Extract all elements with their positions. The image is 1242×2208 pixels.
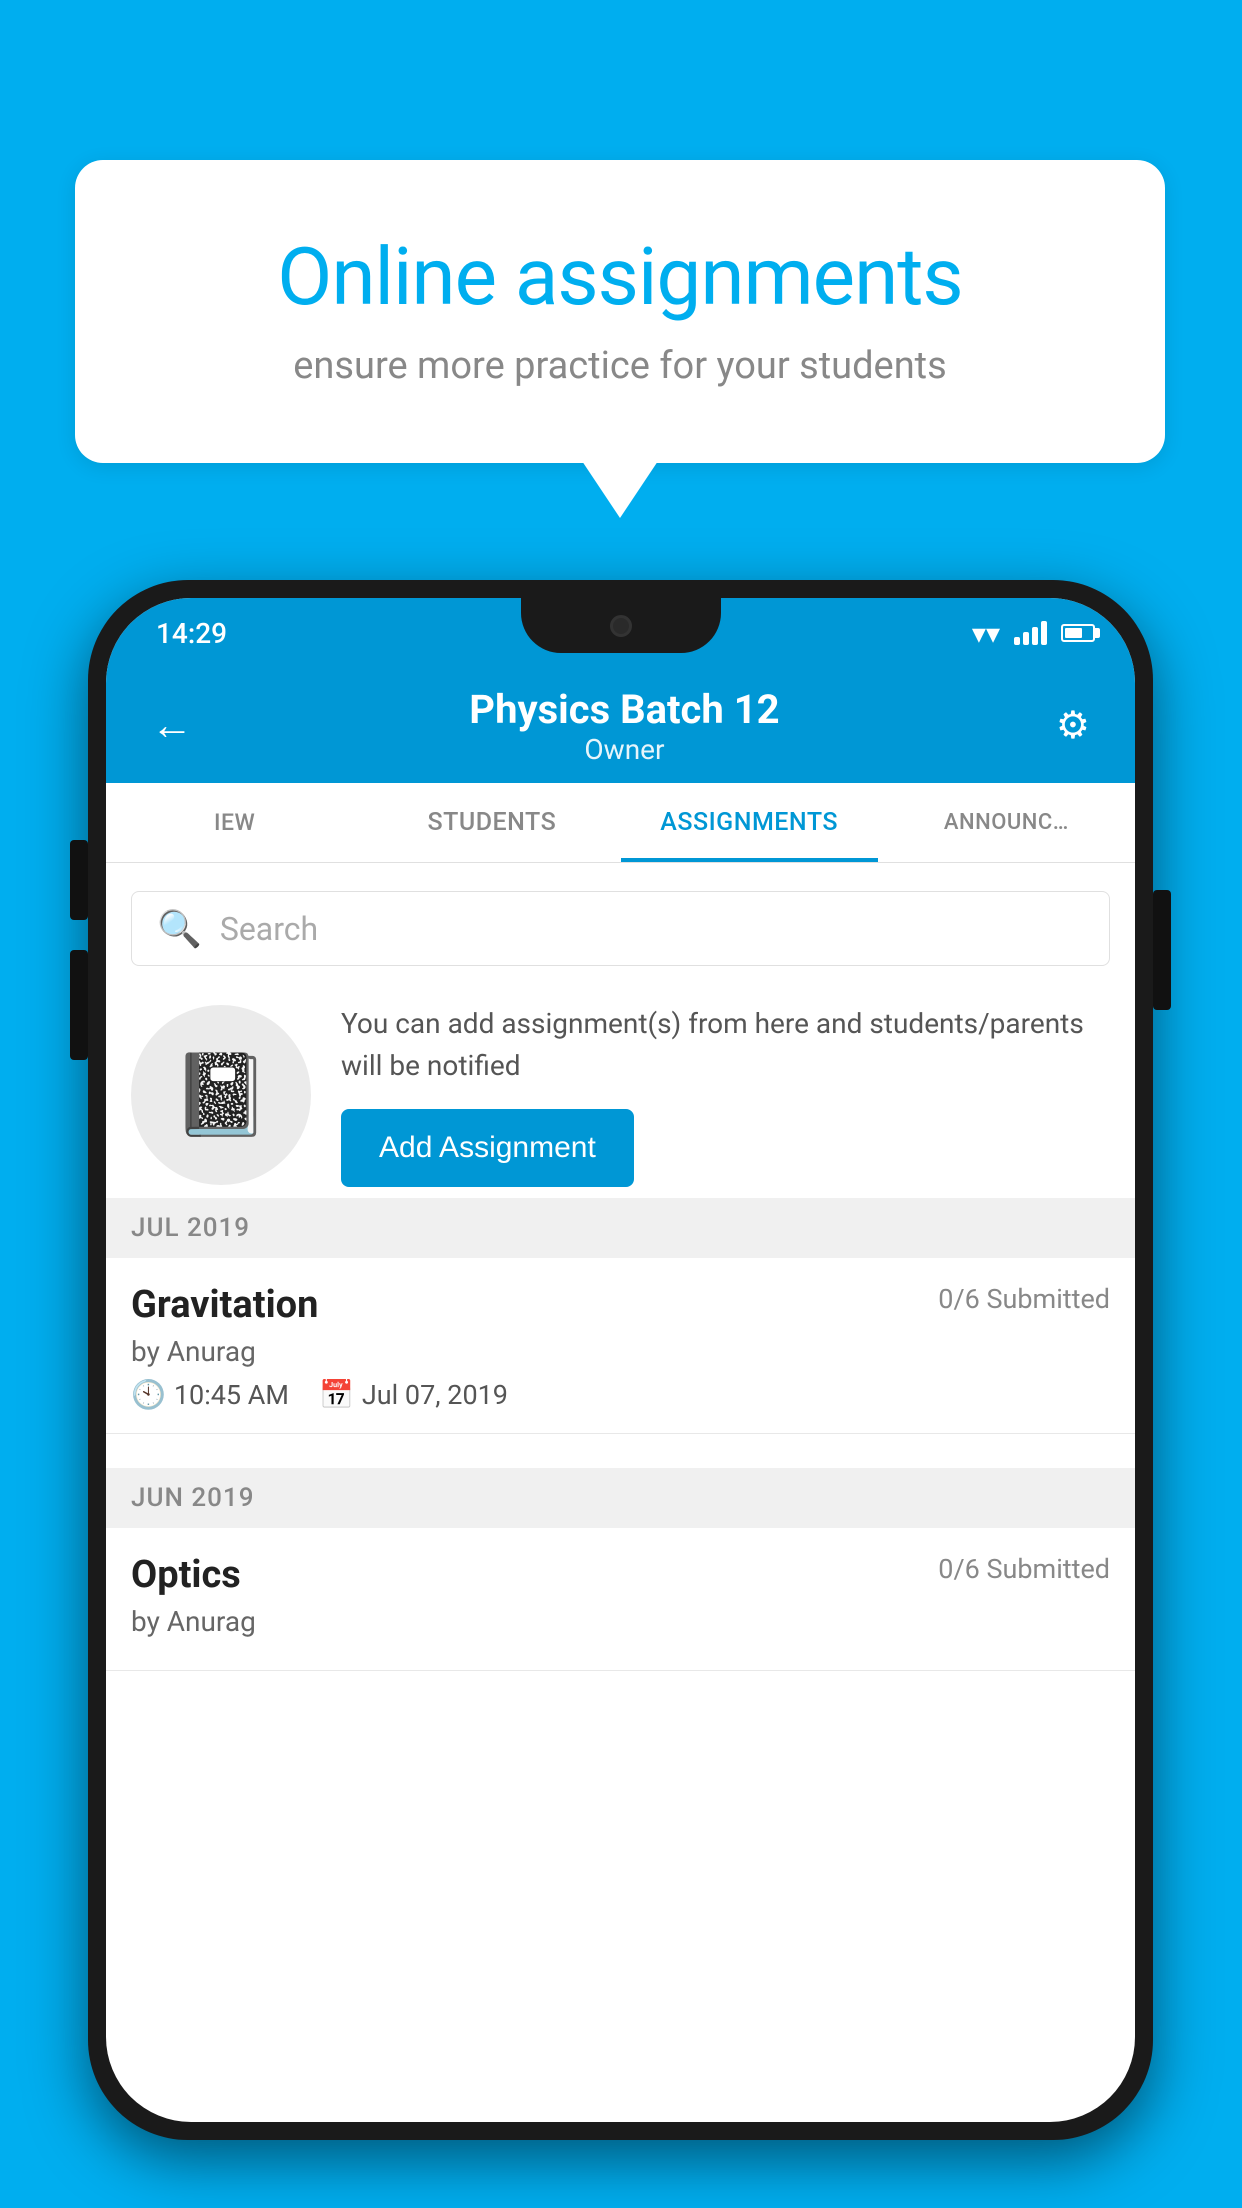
- volume-up-button: [70, 840, 88, 920]
- search-container: 🔍 Search: [106, 873, 1135, 984]
- phone-notch: [521, 598, 721, 653]
- month-label-jun: JUN 2019: [131, 1483, 254, 1513]
- power-button: [1153, 890, 1171, 1010]
- speech-bubble: Online assignments ensure more practice …: [75, 160, 1165, 463]
- optics-by: by Anurag: [131, 1605, 1110, 1638]
- wifi-icon: ▾▾: [972, 617, 1000, 650]
- back-button[interactable]: ←: [141, 691, 203, 760]
- optics-submitted: 0/6 Submitted: [938, 1553, 1110, 1585]
- assignment-description: You can add assignment(s) from here and …: [341, 1003, 1110, 1087]
- status-time: 14:29: [156, 617, 227, 650]
- assignment-icon-circle: 📓: [131, 1005, 311, 1185]
- month-label-jul: JUL 2019: [131, 1213, 250, 1243]
- assignment-item-optics[interactable]: Optics 0/6 Submitted by Anurag: [106, 1528, 1135, 1671]
- gravitation-by: by Anurag: [131, 1335, 1110, 1368]
- assignment-name-gravitation: Gravitation: [131, 1283, 318, 1327]
- phone-mockup: 14:29 ▾▾: [88, 580, 1153, 2140]
- clock-icon: 🕙: [131, 1378, 166, 1411]
- assignment-item-gravitation[interactable]: Gravitation 0/6 Submitted by Anurag 🕙 10…: [106, 1258, 1135, 1434]
- gravitation-date: 📅 Jul 07, 2019: [319, 1378, 508, 1411]
- status-icons: ▾▾: [972, 617, 1095, 650]
- assignment-name-optics: Optics: [131, 1553, 241, 1597]
- search-icon: 🔍: [157, 908, 202, 950]
- search-placeholder: Search: [220, 910, 318, 948]
- app-bar: ← Physics Batch 12 Owner ⚙: [106, 668, 1135, 783]
- phone-outer: 14:29 ▾▾: [88, 580, 1153, 2140]
- tab-students[interactable]: STUDENTS: [363, 783, 620, 862]
- month-header-jul: JUL 2019: [106, 1198, 1135, 1258]
- settings-icon[interactable]: ⚙: [1046, 693, 1100, 758]
- calendar-icon: 📅: [319, 1378, 354, 1411]
- camera-dot: [610, 615, 632, 637]
- app-bar-title: Physics Batch 12: [203, 686, 1046, 733]
- add-assignment-button[interactable]: Add Assignment: [341, 1109, 634, 1187]
- volume-down-button: [70, 950, 88, 1060]
- tab-bar: IEW STUDENTS ASSIGNMENTS ANNOUNC…: [106, 783, 1135, 863]
- speech-bubble-container: Online assignments ensure more practice …: [75, 160, 1165, 463]
- tab-announcements[interactable]: ANNOUNC…: [878, 783, 1135, 862]
- speech-bubble-title: Online assignments: [155, 230, 1085, 324]
- tab-assignments[interactable]: ASSIGNMENTS: [621, 783, 878, 862]
- search-bar[interactable]: 🔍 Search: [131, 891, 1110, 966]
- assignment-meta-gravitation: 🕙 10:45 AM 📅 Jul 07, 2019: [131, 1378, 1110, 1411]
- gravitation-time: 🕙 10:45 AM: [131, 1378, 289, 1411]
- optics-row-top: Optics 0/6 Submitted: [131, 1553, 1110, 1597]
- app-bar-subtitle: Owner: [203, 733, 1046, 766]
- month-header-jun: JUN 2019: [106, 1468, 1135, 1528]
- assignment-row-top: Gravitation 0/6 Submitted: [131, 1283, 1110, 1327]
- add-assignment-section: 📓 You can add assignment(s) from here an…: [106, 973, 1135, 1218]
- speech-bubble-subtitle: ensure more practice for your students: [155, 344, 1085, 388]
- phone-screen: 14:29 ▾▾: [106, 598, 1135, 2122]
- gravitation-time-value: 10:45 AM: [174, 1379, 289, 1411]
- background: Online assignments ensure more practice …: [0, 0, 1242, 2208]
- signal-bars-icon: [1014, 621, 1047, 645]
- gravitation-date-value: Jul 07, 2019: [362, 1379, 508, 1411]
- notebook-icon: 📓: [171, 1048, 271, 1142]
- app-bar-center: Physics Batch 12 Owner: [203, 686, 1046, 766]
- battery-icon: [1061, 624, 1095, 642]
- assignment-info: You can add assignment(s) from here and …: [341, 1003, 1110, 1187]
- tab-iew[interactable]: IEW: [106, 783, 363, 862]
- gravitation-submitted: 0/6 Submitted: [938, 1283, 1110, 1315]
